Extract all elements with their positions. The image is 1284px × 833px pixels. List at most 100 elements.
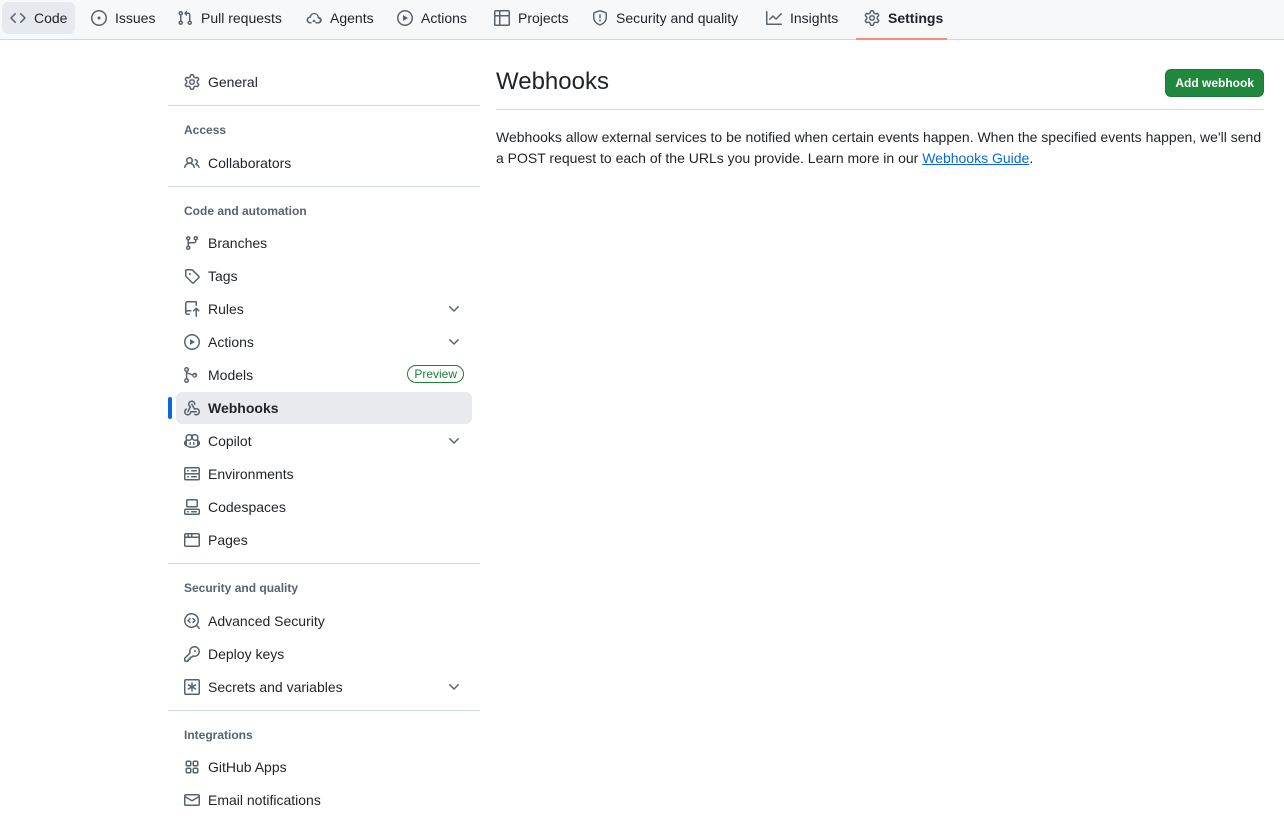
current-item-indicator (168, 397, 172, 419)
tab-actions[interactable]: Actions (389, 2, 475, 34)
sidebar-item-label: Pages (208, 532, 248, 548)
chevron-down-icon[interactable] (446, 334, 462, 350)
sidebar-item-rules[interactable]: Rules (176, 293, 472, 325)
webhook-icon (184, 400, 200, 416)
sidebar-item-label: Deploy keys (208, 646, 285, 662)
sidebar-item-label: General (208, 74, 258, 90)
group-heading-access: Access (184, 123, 227, 137)
sidebar-item-webhooks[interactable]: Webhooks (168, 392, 472, 424)
mail-icon (184, 792, 200, 808)
sidebar-item-label: Branches (208, 235, 268, 251)
page-title: Webhooks (496, 68, 609, 95)
tab-label: Settings (888, 10, 944, 26)
browser-icon (184, 532, 200, 548)
sidebar-item-actions[interactable]: Actions (176, 326, 472, 358)
sidebar-item-github-apps[interactable]: GitHub Apps (176, 751, 472, 783)
sidebar-item-email-notifications[interactable]: Email notifications (176, 784, 472, 816)
shield-icon (592, 10, 608, 26)
tab-agents[interactable]: Agents (298, 2, 382, 34)
git-branch-icon (184, 235, 200, 251)
sidebar-item-label: Copilot (208, 433, 252, 449)
sidebar-item-label: Webhooks (208, 400, 279, 416)
sidebar-item-label: Environments (208, 466, 294, 482)
sidebar-item-secrets-and-variables[interactable]: Secrets and variables (176, 671, 472, 703)
description-end: . (1029, 150, 1034, 166)
table-icon (494, 10, 510, 26)
ai-model-icon (184, 367, 200, 383)
graph-icon (766, 10, 782, 26)
agent-cloud-icon (306, 10, 322, 26)
sidebar-item-advanced-security[interactable]: Advanced Security (176, 605, 472, 637)
sidebar-item-pages[interactable]: Pages (176, 524, 472, 556)
server-icon (184, 466, 200, 482)
sidebar-item-copilot[interactable]: Copilot (176, 425, 472, 457)
sidebar-item-collaborators[interactable]: Collaborators (176, 147, 472, 179)
sidebar-item-label: Rules (208, 301, 244, 317)
copilot-icon (184, 433, 200, 449)
tab-label: Projects (518, 10, 569, 26)
sidebar-item-label: Collaborators (208, 155, 292, 171)
code-icon (10, 10, 26, 26)
asterisk-box-icon (184, 679, 200, 695)
key-icon (184, 646, 200, 662)
divider (168, 710, 480, 711)
sidebar-item-label: GitHub Apps (208, 759, 287, 775)
title-divider (496, 109, 1264, 110)
tab-pull-requests[interactable]: Pull requests (169, 2, 290, 34)
chevron-down-icon[interactable] (446, 433, 462, 449)
webhooks-description: Webhooks allow external services to be n… (496, 127, 1264, 169)
tab-insights[interactable]: Insights (758, 2, 846, 34)
tab-label: Agents (330, 10, 374, 26)
codescan-icon (184, 613, 200, 629)
sidebar-item-label: Actions (208, 334, 254, 350)
sidebar-item-label: Codespaces (208, 499, 286, 515)
tab-code[interactable]: Code (2, 2, 75, 34)
sidebar-item-tags[interactable]: Tags (176, 260, 472, 292)
sidebar-item-label: Tags (208, 268, 238, 284)
repo-tab-nav: Code Issues Pull requests Agents Actions… (0, 0, 1284, 40)
play-icon (397, 10, 413, 26)
sidebar-item-models[interactable]: Models Preview (176, 359, 472, 391)
people-icon (184, 155, 200, 171)
sidebar-item-label: Email notifications (208, 792, 321, 808)
group-heading-security-and-quality: Security and quality (184, 581, 299, 595)
tab-security-and-quality[interactable]: Security and quality (584, 2, 746, 34)
sidebar-item-codespaces[interactable]: Codespaces (176, 491, 472, 523)
tag-icon (184, 268, 200, 284)
sidebar-item-label: Advanced Security (208, 613, 325, 629)
sidebar-item-branches[interactable]: Branches (176, 227, 472, 259)
sidebar-item-label: Models (208, 367, 254, 383)
codespaces-icon (184, 499, 200, 515)
webhooks-guide-link[interactable]: Webhooks Guide (922, 150, 1029, 166)
tab-projects[interactable]: Projects (486, 2, 577, 34)
gear-icon (184, 74, 200, 90)
play-icon (184, 334, 200, 350)
group-heading-code-and-automation: Code and automation (184, 204, 307, 218)
sidebar-item-deploy-keys[interactable]: Deploy keys (176, 638, 472, 670)
preview-badge: Preview (407, 365, 464, 383)
divider (168, 186, 480, 187)
sidebar-item-environments[interactable]: Environments (176, 458, 472, 490)
tab-label: Actions (421, 10, 467, 26)
chevron-down-icon[interactable] (446, 301, 462, 317)
issue-opened-icon (91, 10, 107, 26)
tab-label: Pull requests (201, 10, 282, 26)
apps-icon (184, 759, 200, 775)
divider (168, 105, 480, 106)
tab-label: Code (34, 10, 68, 26)
sidebar-item-general[interactable]: General (176, 66, 472, 98)
repo-push-icon (184, 301, 200, 317)
git-pull-request-icon (177, 10, 193, 26)
chevron-down-icon[interactable] (446, 679, 462, 695)
tab-label: Insights (790, 10, 839, 26)
add-webhook-button[interactable]: Add webhook (1165, 69, 1264, 97)
description-text: Webhooks allow external services to be n… (496, 129, 1262, 166)
tab-label: Issues (115, 10, 156, 26)
sidebar-item-label: Secrets and variables (208, 679, 343, 695)
selected-tab-underline (856, 38, 947, 40)
group-heading-integrations: Integrations (184, 728, 253, 742)
divider (168, 563, 480, 564)
gear-icon (864, 10, 880, 26)
tab-settings[interactable]: Settings (856, 2, 951, 34)
tab-issues[interactable]: Issues (83, 2, 163, 34)
